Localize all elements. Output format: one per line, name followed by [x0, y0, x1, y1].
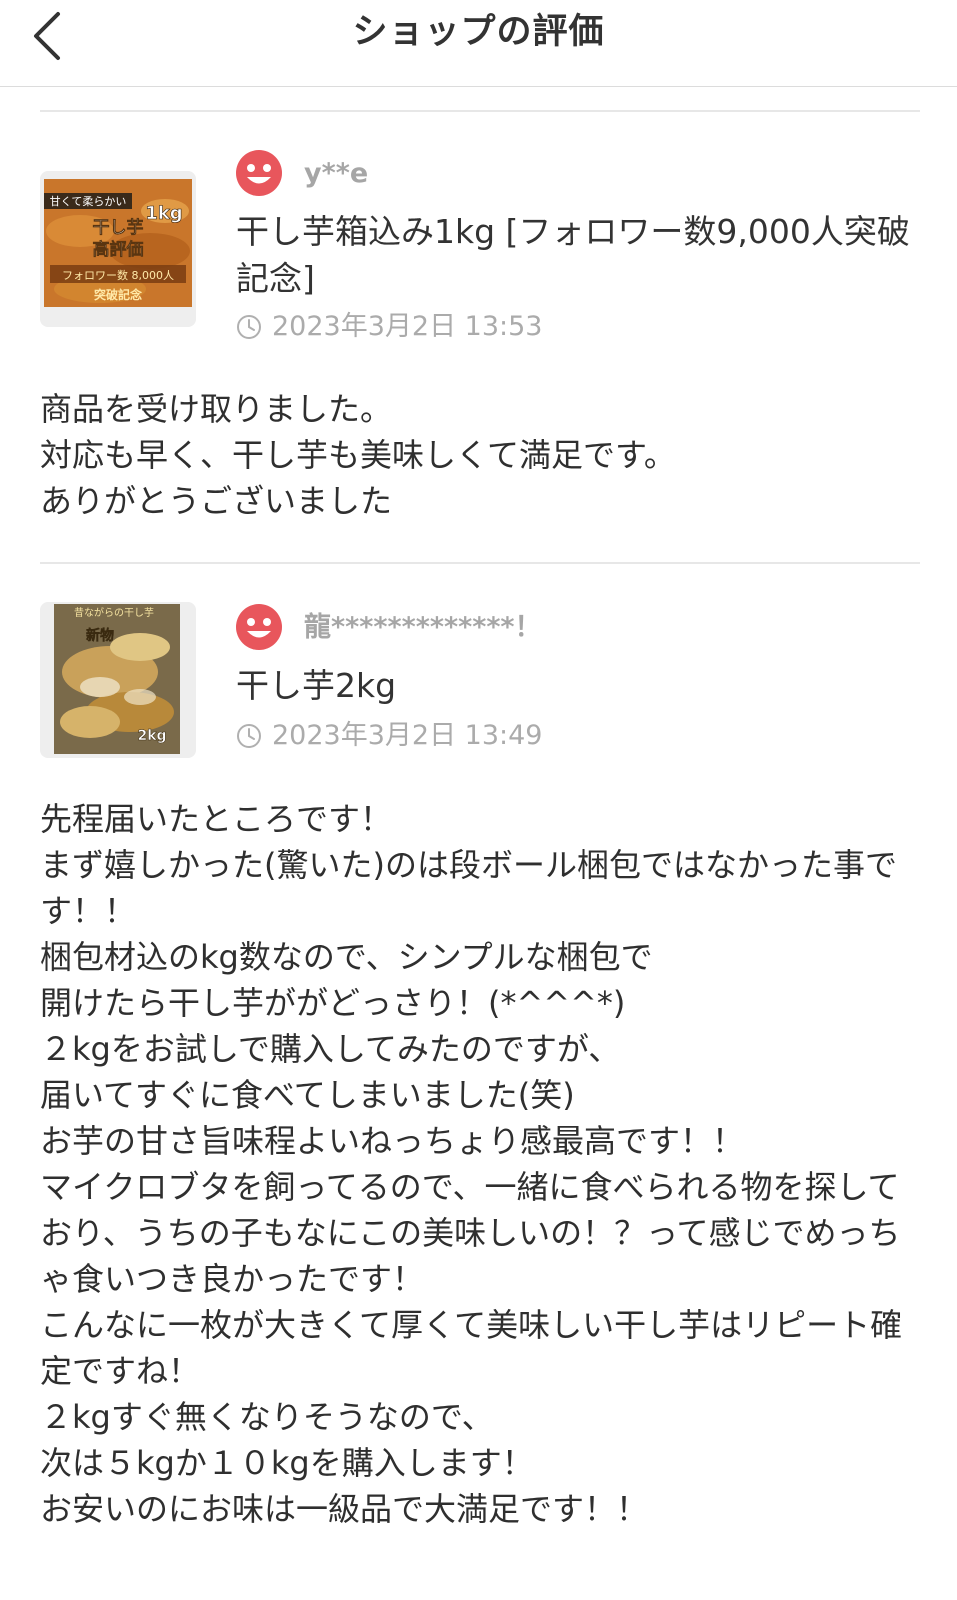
review-date-text: 2023年3月2日 13:49 — [272, 720, 543, 751]
reviewer-username: 龍*************！ — [304, 612, 542, 643]
thumb-subtitle-text: 高評価 — [93, 239, 144, 260]
reviewer-username: y**e — [304, 158, 369, 189]
review-date: 2023年3月2日 13:53 — [236, 310, 542, 344]
thumb-tag-text: 昔ながらの干し芋 — [74, 606, 154, 619]
review-item: 甘くて柔らかい 1kg 干し芋 高評価 フォロワー数 8,000人 突破記念 y… — [40, 112, 920, 562]
avatar[interactable] — [236, 150, 282, 196]
page-title: ショップの評価 — [352, 12, 605, 52]
smiley-face-icon — [236, 150, 282, 196]
smiley-face-icon — [236, 604, 282, 650]
review-comment: 先程届いたところです！ まず嬉しかった(驚いた)のは段ボール梱包ではなかった事で… — [40, 800, 903, 1528]
thumb-weight-text: 1kg — [145, 203, 182, 224]
thumb-weight-text: 2kg — [137, 728, 166, 744]
item-title[interactable]: 干し芋2kg — [236, 662, 926, 709]
product-thumbnail[interactable]: 昔ながらの干し芋 新物 2kg — [40, 602, 196, 758]
item-title[interactable]: 干し芋箱込み1kg [フォロワー数9,000人突破記念] — [236, 208, 926, 302]
review-date: 2023年3月2日 13:49 — [236, 719, 542, 753]
thumb-badge-text: 新物 — [86, 627, 114, 644]
thumb-tag-text: 甘くて柔らかい — [50, 195, 127, 208]
review-item: 昔ながらの干し芋 新物 2kg 龍*************！ 干し芋2kg 2… — [40, 564, 920, 1564]
header-bar: ショップの評価 — [0, 0, 957, 87]
avatar[interactable] — [236, 604, 282, 650]
clock-icon — [237, 315, 261, 339]
clock-icon — [237, 724, 261, 748]
thumb-follower-text: フォロワー数 8,000人 — [62, 269, 174, 282]
review-date-text: 2023年3月2日 13:53 — [272, 311, 543, 342]
product-thumbnail[interactable]: 甘くて柔らかい 1kg 干し芋 高評価 フォロワー数 8,000人 突破記念 — [40, 171, 196, 327]
review-comment: 商品を受け取りました。 対応も早く、干し芋も美味しくて満足です。 ありがとうござ… — [40, 390, 676, 520]
thumb-celebration-text: 突破記念 — [94, 287, 142, 302]
thumb-title-text: 干し芋 — [93, 217, 144, 238]
